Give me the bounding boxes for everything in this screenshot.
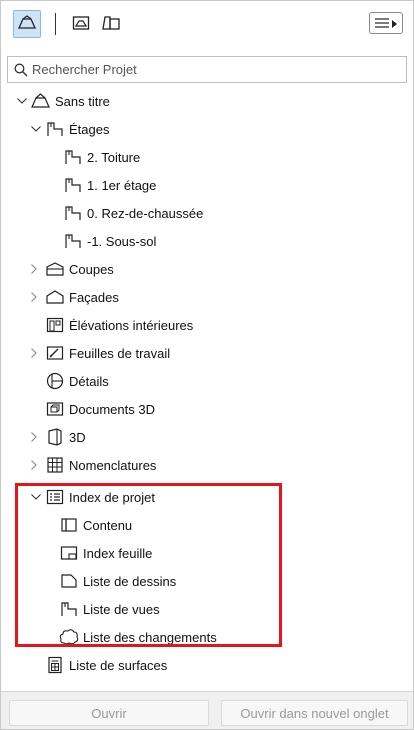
- tree-item-elevations[interactable]: Élévations intérieures: [45, 311, 193, 339]
- tree-item-story[interactable]: -1. Sous-sol: [63, 227, 156, 255]
- story-icon: [63, 231, 83, 251]
- tree-item-index-child[interactable]: Liste de vues: [59, 595, 160, 623]
- tree-item-etages[interactable]: Étages: [31, 115, 109, 143]
- tree-label: Coupes: [69, 261, 114, 277]
- footer-bar: Ouvrir Ouvrir dans nouvel onglet: [1, 692, 413, 729]
- project-map-icon: [17, 14, 37, 34]
- story-icon: [63, 203, 83, 223]
- layout-book-button[interactable]: [97, 10, 125, 38]
- tree-label: Documents 3D: [69, 401, 155, 417]
- view-list-icon: [59, 599, 79, 619]
- tree-label: 0. Rez-de-chaussée: [87, 205, 204, 221]
- tree-item-story[interactable]: 1. 1er étage: [63, 171, 156, 199]
- chevron-down-icon[interactable]: [17, 98, 31, 104]
- tree-item-story[interactable]: 0. Rez-de-chaussée: [63, 199, 203, 227]
- view-map-icon: [72, 15, 90, 34]
- tree-label: Façades: [69, 289, 119, 305]
- project-map-button[interactable]: [13, 10, 41, 38]
- tree-label: Index de projet: [69, 489, 156, 505]
- tree-item-index-child[interactable]: Index feuille: [59, 539, 152, 567]
- document-3d-icon: [45, 399, 65, 419]
- navigator-panel: Sans titre Étages 2. Toiture 1. 1er étag…: [0, 0, 414, 730]
- chevron-down-icon[interactable]: [31, 126, 45, 132]
- tree-label: Nomenclatures: [69, 457, 157, 473]
- chevron-right-icon[interactable]: [31, 264, 45, 274]
- chevron-right-icon[interactable]: [31, 432, 45, 442]
- story-icon: [63, 175, 83, 195]
- search-box[interactable]: [7, 56, 407, 83]
- project-index-icon: [45, 487, 65, 507]
- surface-list-icon: [45, 655, 65, 675]
- tree-label: 2. Toiture: [87, 149, 141, 165]
- tree-item-index-child[interactable]: Contenu: [59, 511, 132, 539]
- tree-label: Détails: [69, 373, 109, 389]
- tree-label: Sans titre: [55, 93, 110, 109]
- tree-item-coupes[interactable]: Coupes: [31, 255, 114, 283]
- tree-label: Liste des changements: [83, 629, 217, 645]
- search-icon: [10, 63, 32, 77]
- tree-label: Feuilles de travail: [69, 345, 171, 361]
- cube-3d-icon: [45, 427, 65, 447]
- tree-item-index-child[interactable]: Liste des changements: [59, 623, 217, 651]
- tree-label: -1. Sous-sol: [87, 233, 157, 249]
- drawing-list-icon: [59, 571, 79, 591]
- story-icon: [45, 119, 65, 139]
- tree-item-nomenclatures[interactable]: Nomenclatures: [31, 451, 156, 479]
- layout-book-icon: [102, 15, 120, 34]
- tree-item-facades[interactable]: Façades: [31, 283, 119, 311]
- chevron-right-icon[interactable]: [31, 348, 45, 358]
- tree-label: Liste de surfaces: [69, 657, 168, 673]
- tree-item-details[interactable]: Détails: [45, 367, 109, 395]
- tree-item-feuilles[interactable]: Feuilles de travail: [31, 339, 170, 367]
- change-cloud-icon: [59, 627, 79, 647]
- tree-label: Étages: [69, 121, 110, 137]
- tree-label: Index feuille: [83, 545, 153, 561]
- schedule-grid-icon: [45, 455, 65, 475]
- chevron-right-icon[interactable]: [31, 292, 45, 302]
- house-icon: [31, 91, 51, 111]
- tree-label: 1. 1er étage: [87, 177, 157, 193]
- elevation-icon: [45, 287, 65, 307]
- panel-menu-button[interactable]: [369, 12, 403, 34]
- toolbar-separator: [55, 13, 56, 35]
- tree-label: Liste de dessins: [83, 573, 177, 589]
- tree-item-index[interactable]: Index de projet: [31, 483, 155, 511]
- tree-item-surfaces[interactable]: Liste de surfaces: [45, 651, 167, 679]
- menu-arrow-icon: [392, 16, 397, 31]
- sheet-index-icon: [59, 543, 79, 563]
- tree-item-3d[interactable]: 3D: [31, 423, 86, 451]
- hamburger-menu-icon: [375, 16, 389, 31]
- detail-icon: [45, 371, 65, 391]
- interior-elevation-icon: [45, 315, 65, 335]
- tree-label: 3D: [69, 429, 86, 445]
- tree-label: Liste de vues: [83, 601, 160, 617]
- open-button[interactable]: Ouvrir: [9, 700, 209, 726]
- tree-label: Contenu: [83, 517, 133, 533]
- chevron-right-icon[interactable]: [31, 460, 45, 470]
- open-new-tab-button[interactable]: Ouvrir dans nouvel onglet: [221, 700, 408, 726]
- search-input[interactable]: [32, 62, 392, 77]
- tree-item-index-child[interactable]: Liste de dessins: [59, 567, 176, 595]
- contents-book-icon: [59, 515, 79, 535]
- worksheet-icon: [45, 343, 65, 363]
- chevron-down-icon[interactable]: [31, 494, 45, 500]
- section-icon: [45, 259, 65, 279]
- view-map-button[interactable]: [67, 10, 95, 38]
- story-icon: [63, 147, 83, 167]
- tree-item-documents3d[interactable]: Documents 3D: [45, 395, 155, 423]
- toolbar: [1, 1, 413, 45]
- tree-label: Élévations intérieures: [69, 317, 194, 333]
- tree-item-story[interactable]: 2. Toiture: [63, 143, 140, 171]
- tree-item-root[interactable]: Sans titre: [17, 87, 110, 115]
